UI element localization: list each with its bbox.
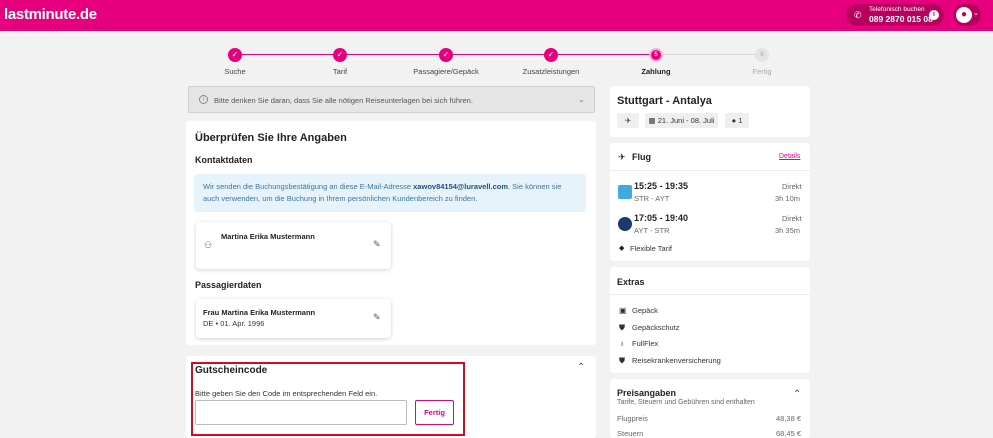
phone-booking-button[interactable]: ✆ Telefonisch buchen 089 2870 015 08 i [846, 4, 944, 26]
review-card: Überprüfen Sie Ihre Angaben Kontaktdaten… [186, 121, 596, 345]
price-value: 68,45 € [776, 429, 802, 438]
phone-icon: ✆ [854, 10, 862, 20]
chevron-up-icon[interactable]: ⌃ [793, 389, 801, 400]
luggage-icon: ▣ [619, 306, 627, 315]
step-label-tarif: Tarif [332, 67, 348, 76]
divider [610, 170, 810, 171]
email-info-prefix: Wir senden die Buchungsbestätigung an di… [203, 182, 412, 191]
contact-name: Martina Erika Mustermann [221, 232, 315, 241]
airline-logo-icon [618, 185, 632, 199]
extras-card: Extras ▣ Gepäck ⛊ Gepäckschutz ♁ FullFle… [610, 267, 810, 373]
step-label-zusatzleistungen: Zusatzleistungen [522, 67, 580, 76]
review-title: Überprüfen Sie Ihre Angaben [195, 132, 347, 144]
divider [610, 294, 810, 295]
top-bar: lastminute.de ✆ Telefonisch buchen 089 2… [0, 0, 993, 31]
step-check-icon: ✓ [333, 48, 347, 62]
step-check-icon: ✓ [228, 48, 242, 62]
phone-number: 089 2870 015 08 [869, 14, 933, 24]
chevron-down-icon[interactable]: ⌄ [578, 95, 585, 104]
progress-line [242, 54, 334, 55]
voucher-hint: Bitte geben Sie den Code im entsprechend… [195, 389, 378, 398]
extras-title: Extras [617, 277, 645, 287]
chevron-down-icon: ⌄ [973, 10, 979, 17]
flight-card: ✈ Flug Details 15:25 - 19:35 STR - AYT D… [610, 143, 810, 261]
user-menu-button[interactable]: ● ⌄ [953, 4, 981, 26]
email-address: xawov84154@luravell.com [413, 182, 509, 191]
price-label: Flugpreis [617, 414, 648, 423]
prices-title: Preisangaben [617, 388, 677, 398]
step-label-passagiere: Passagiere/Gepäck [413, 67, 479, 76]
dates-chip: ▦ 21. Juni - 08. Juli [645, 113, 718, 128]
info-icon: i [199, 95, 208, 104]
chevron-up-icon[interactable]: ⌃ [577, 362, 585, 373]
prices-subtitle: Tarife, Steuern und Gebühren sind enthal… [617, 399, 755, 406]
email-info-box: Wir senden die Buchungsbestätigung an di… [194, 174, 586, 212]
logo[interactable]: lastminute.de [4, 6, 97, 23]
leg-type: Direkt [782, 182, 802, 191]
step-label-suche: Suche [224, 67, 246, 76]
passenger-name: Frau Martina Erika Mustermann [203, 308, 316, 317]
flight-type-chip: ✈ [617, 113, 639, 128]
extra-item: FullFlex [632, 339, 659, 348]
trip-travelers: 1 [738, 116, 743, 125]
voucher-title: Gutscheincode [195, 365, 268, 376]
shield-icon: ⛊ [619, 323, 625, 332]
flight-title: Flug [632, 152, 651, 162]
travel-documents-notice[interactable]: i Bitte denken Sie daran, dass Sie alle … [188, 86, 595, 113]
leg-time: 15:25 - 19:35 [634, 181, 689, 191]
price-value: 48,38 € [776, 414, 802, 423]
calendar-icon: ▦ [648, 116, 656, 125]
progress-line [663, 54, 755, 55]
progress-line [558, 54, 650, 55]
person-icon: ⚇ [204, 240, 213, 250]
tag-icon: ◆ [619, 245, 625, 252]
voucher-submit-button[interactable]: Fertig [415, 400, 454, 425]
leg-route: AYT - STR [634, 226, 670, 235]
travelers-chip: ● 1 [725, 113, 749, 128]
extra-item: Gepäckschutz [632, 323, 680, 332]
contact-card: ⚇ Martina Erika Mustermann ✎ [196, 222, 391, 269]
shield-icon: ⛊ [619, 356, 625, 365]
passenger-info: DE • 01. Apr. 1996 [203, 319, 265, 328]
flight-details-link[interactable]: Details [779, 153, 800, 160]
leg-duration: 3h 10m [775, 194, 801, 203]
trip-dates: 21. Juni - 08. Juli [657, 116, 715, 125]
progress-line [453, 54, 545, 55]
plane-icon: ✈ [624, 116, 632, 125]
flex-icon: ♁ [619, 339, 625, 348]
step-label-fertig: Fertig [752, 67, 772, 76]
prices-card: Preisangaben ⌃ Tarife, Steuern und Gebüh… [610, 379, 810, 438]
step-future: 6 [755, 48, 769, 62]
passenger-card: Frau Martina Erika Mustermann DE • 01. A… [196, 299, 391, 338]
contact-title: Kontaktdaten [195, 155, 253, 165]
leg-route: STR - AYT [634, 194, 670, 203]
flight-tariff: Flexible Tarif [630, 244, 672, 253]
info-icon[interactable]: i [929, 10, 939, 20]
extra-item: Gepäck [632, 306, 658, 315]
passenger-title: Passagierdaten [195, 280, 262, 290]
notice-text: Bitte denken Sie daran, dass Sie alle nö… [214, 96, 473, 105]
leg-duration: 3h 35m [775, 226, 801, 235]
plane-icon: ✈ [618, 152, 626, 162]
step-check-icon: ✓ [544, 48, 558, 62]
airline-logo-icon [618, 217, 632, 231]
trip-route: Stuttgart - Antalya [617, 95, 712, 107]
extra-item: Reisekrankenversicherung [632, 356, 721, 365]
edit-icon[interactable]: ✎ [373, 239, 381, 250]
phone-label: Telefonisch buchen [869, 6, 925, 13]
edit-icon[interactable]: ✎ [373, 312, 381, 323]
voucher-input[interactable] [195, 400, 407, 425]
step-current: 5 [649, 48, 663, 62]
trip-summary-card: Stuttgart - Antalya [610, 86, 810, 137]
price-label: Steuern [617, 429, 644, 438]
leg-time: 17:05 - 19:40 [634, 213, 689, 223]
progress-line [347, 54, 439, 55]
user-icon: ● [956, 7, 972, 23]
step-check-icon: ✓ [439, 48, 453, 62]
step-label-zahlung: Zahlung [641, 67, 671, 76]
person-icon: ● [731, 116, 737, 125]
leg-type: Direkt [782, 214, 802, 223]
